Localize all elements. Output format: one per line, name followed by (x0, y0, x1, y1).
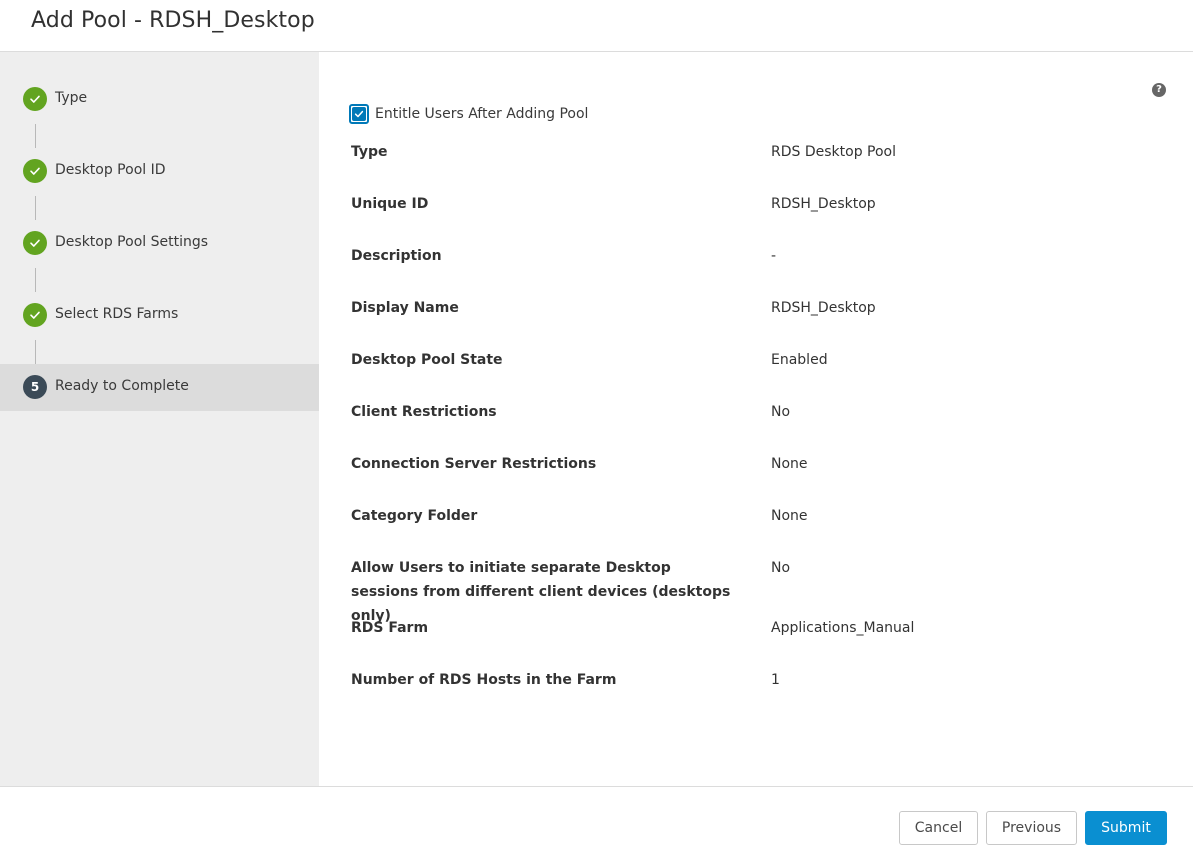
summary-label: Description (351, 248, 442, 264)
step-connector (35, 268, 36, 292)
dialog-footer: Cancel Previous Submit (0, 786, 1193, 866)
step-label: Type (55, 90, 88, 106)
check-icon (23, 231, 47, 255)
step-connector (35, 196, 36, 220)
ready-to-complete-panel: ? Entitle Users After Adding Pool Type R… (319, 52, 1193, 786)
step-label: Ready to Complete (55, 378, 189, 394)
step-select-rds-farms[interactable]: Select RDS Farms (0, 292, 319, 339)
step-label: Desktop Pool Settings (55, 234, 209, 250)
summary-value: 1 (771, 672, 780, 688)
summary-label: Client Restrictions (351, 404, 497, 420)
step-desktop-pool-settings[interactable]: Desktop Pool Settings (0, 220, 319, 267)
add-pool-dialog: Add Pool - RDSH_Desktop Type Desktop Poo… (0, 0, 1193, 866)
summary-value: No (771, 404, 791, 420)
step-number: 5 (30, 380, 40, 394)
check-icon (23, 303, 47, 327)
entitle-users-checkbox[interactable] (349, 104, 369, 124)
summary-label: Number of RDS Hosts in the Farm (351, 672, 617, 688)
check-icon (23, 87, 47, 111)
summary-label: Desktop Pool State (351, 352, 503, 368)
step-ready-to-complete[interactable]: 5 Ready to Complete (0, 364, 319, 411)
summary-value: Applications_Manual (771, 620, 915, 636)
dialog-header: Add Pool - RDSH_Desktop (0, 0, 1193, 52)
summary-value: RDS Desktop Pool (771, 144, 896, 160)
summary-value: RDSH_Desktop (771, 300, 876, 316)
summary-value: None (771, 508, 808, 524)
summary-label: Unique ID (351, 196, 429, 212)
previous-button[interactable]: Previous (986, 811, 1077, 845)
help-icon[interactable]: ? (1152, 83, 1166, 97)
step-desktop-pool-id[interactable]: Desktop Pool ID (0, 148, 319, 195)
entitle-users-option[interactable]: Entitle Users After Adding Pool (349, 104, 588, 124)
wizard-steps-sidebar: Type Desktop Pool ID Desktop Pool Settin… (0, 52, 319, 786)
summary-label: Display Name (351, 300, 459, 316)
summary-label: Type (351, 144, 388, 160)
step-label: Desktop Pool ID (55, 162, 166, 178)
summary-value: RDSH_Desktop (771, 196, 876, 212)
summary-value: Enabled (771, 352, 828, 368)
summary-value: No (771, 560, 791, 576)
cancel-button[interactable]: Cancel (899, 811, 978, 845)
step-label: Select RDS Farms (55, 306, 179, 322)
submit-button[interactable]: Submit (1085, 811, 1167, 845)
entitle-users-label: Entitle Users After Adding Pool (375, 106, 589, 122)
summary-label: Category Folder (351, 508, 478, 524)
step-number-badge: 5 (23, 375, 47, 399)
step-type[interactable]: Type (0, 76, 319, 123)
check-icon (23, 159, 47, 183)
summary-value: - (771, 248, 777, 264)
step-connector (35, 124, 36, 148)
dialog-title: Add Pool - RDSH_Desktop (31, 8, 315, 33)
summary-value: None (771, 456, 808, 472)
summary-label: RDS Farm (351, 620, 429, 636)
step-connector (35, 340, 36, 364)
summary-label: Connection Server Restrictions (351, 456, 597, 472)
checkmark-icon (352, 107, 366, 121)
